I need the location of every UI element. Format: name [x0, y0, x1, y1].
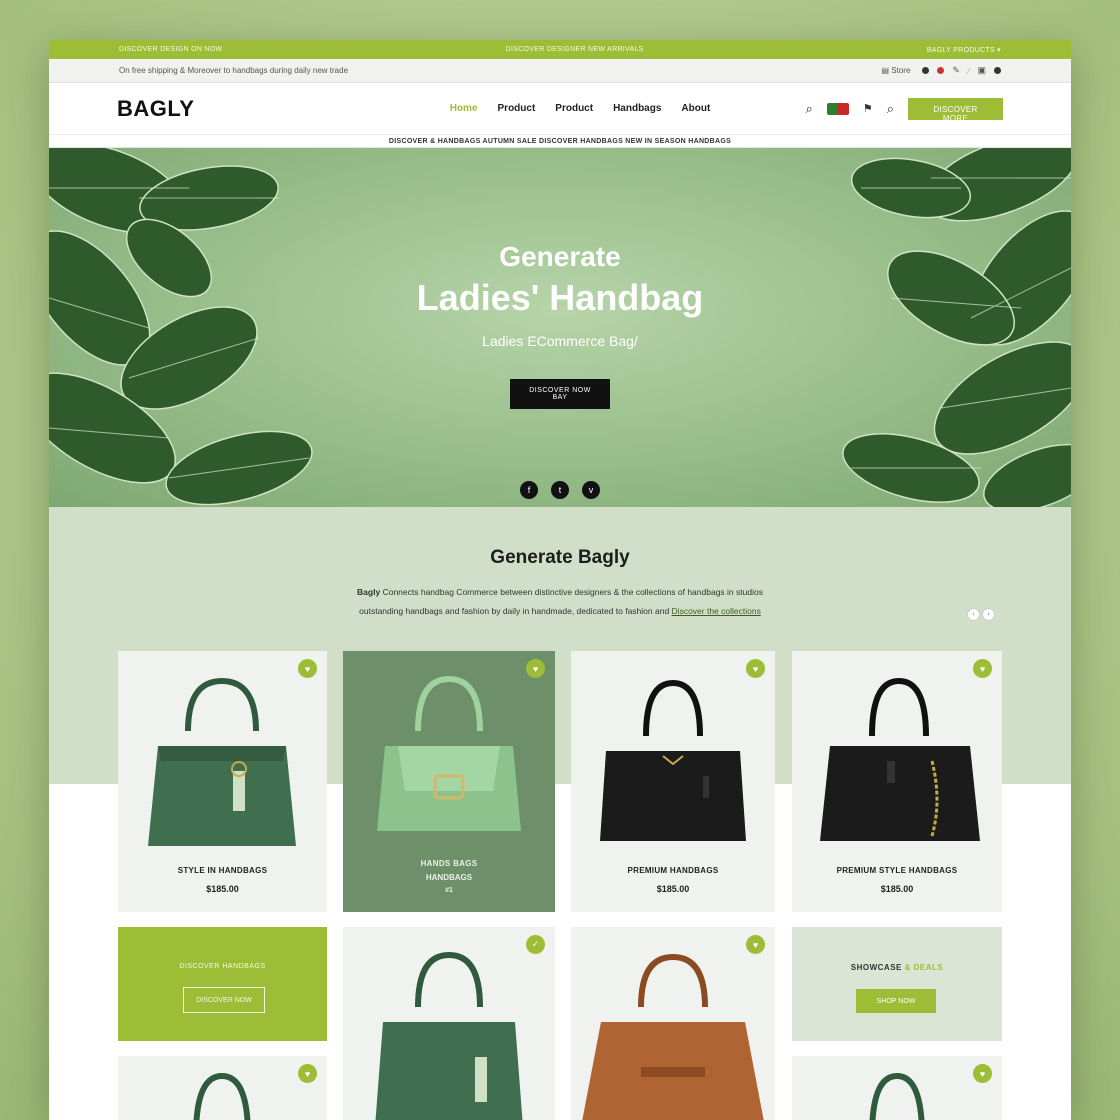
hero-title-line2: Ladies' Handbag [416, 276, 704, 318]
tag-icon[interactable]: ⚑ [863, 102, 873, 115]
heart-icon[interactable]: ♥ [973, 659, 992, 678]
intro-line-2: outstanding handbags and fashion by dail… [359, 606, 670, 616]
promo-card-button[interactable]: SHOP NOW [856, 989, 936, 1013]
promo-card-discover[interactable]: DISCOVER HANDBAGS DISCOVER NOW [118, 927, 327, 1041]
handbag-image [375, 951, 523, 1120]
product-card[interactable]: ♥ PREMIUM STYLE HANDBAGS $185.00 [792, 651, 1002, 912]
promo-card-title: SHOWCASE & DEALS [792, 963, 1002, 972]
product-card[interactable]: ♥ [571, 927, 775, 1120]
product-card[interactable]: ♥ PREMIUM HANDBAGS $185.00 [571, 651, 775, 912]
handbag-image [377, 675, 521, 831]
language-icon[interactable]: ✎ [952, 65, 960, 76]
handbag-image [869, 1072, 925, 1120]
hero-content: Generate Ladies' Handbag Ladies ECommerc… [49, 240, 1071, 409]
intro-text: Bagly Connects handbag Commerce between … [49, 583, 1071, 621]
product-name: STYLE IN HANDBAGS [177, 866, 268, 875]
main-nav: Home Product Product Handbags About [450, 103, 711, 114]
hero-subtitle: Ladies ECommerce Bag/ [482, 332, 638, 349]
flag-icon[interactable] [826, 102, 849, 115]
handbag-image [148, 677, 296, 846]
product-card[interactable]: ♥ HANDS BAGS HANDBAGS #1 [343, 651, 555, 912]
product-extra: #1 [445, 887, 453, 894]
header-cta-button[interactable]: DISCOVER MORE [907, 97, 1003, 123]
utility-bar: On free shipping & Moreover to handbags … [49, 59, 1071, 83]
store-label: Store [891, 66, 911, 75]
vimeo-icon[interactable]: v [582, 481, 600, 499]
nav-home[interactable]: Home [450, 103, 478, 114]
handbag-image [193, 1072, 251, 1120]
hero-title-line1: Generate [499, 241, 621, 272]
prev-arrow-icon[interactable]: ‹ [967, 608, 980, 621]
carousel-pager: ‹ › [967, 608, 995, 621]
nav-handbags[interactable]: Handbags [613, 103, 661, 114]
social-links: f t v [49, 481, 1071, 499]
ticker-bar[interactable]: DISCOVER & HANDBAGS AUTUMN SALE DISCOVER… [49, 135, 1071, 148]
check-icon[interactable]: ✓ [526, 935, 545, 954]
product-card[interactable]: ✓ [343, 927, 555, 1120]
heart-icon[interactable]: ♥ [746, 659, 765, 678]
handbag-image [600, 679, 746, 841]
product-name: HANDS BAGS [420, 859, 478, 868]
promo-card-title: DISCOVER HANDBAGS [179, 963, 266, 970]
intro-brand: Bagly [357, 587, 381, 597]
intro-line-1: Connects handbag Commerce between distin… [382, 587, 763, 597]
heart-icon[interactable]: ♥ [298, 659, 317, 678]
store-locator[interactable]: ▤ Store [882, 66, 911, 75]
product-subtitle: HANDBAGS [425, 873, 473, 882]
promo-right-text[interactable]: BAGLY PRODUCTS ▾ [927, 46, 1001, 54]
product-price: $185.00 [656, 884, 690, 894]
logo[interactable]: BAGLY [117, 96, 194, 122]
promo-card-showcase[interactable]: SHOWCASE & DEALS SHOP NOW [792, 927, 1002, 1041]
search-icon-2[interactable]: ⌕ [887, 101, 894, 117]
utility-text: On free shipping & Moreover to handbags … [119, 66, 349, 75]
twitter-icon[interactable]: t [551, 481, 569, 499]
hero-banner: Generate Ladies' Handbag Ladies ECommerc… [49, 148, 1071, 507]
nav-about[interactable]: About [681, 103, 710, 114]
product-card[interactable]: ♥ [118, 1056, 327, 1120]
edit-icon[interactable]: ⁄ [968, 66, 970, 76]
nav-product-2[interactable]: Product [555, 103, 593, 114]
heart-icon[interactable]: ♥ [298, 1064, 317, 1083]
intro-title: Generate Bagly [490, 547, 630, 568]
product-name: PREMIUM STYLE HANDBAGS [836, 866, 958, 875]
facebook-icon[interactable]: f [520, 481, 538, 499]
handbag-image [820, 677, 980, 841]
promo-title-b: & DEALS [904, 963, 944, 972]
heart-icon[interactable]: ♥ [526, 659, 545, 678]
menu-icon[interactable] [994, 67, 1001, 74]
page-frame: DISCOVER DESIGN ON NOW DISCOVER DESIGNER… [49, 40, 1071, 1120]
header-actions: ⌕ ⚑ ⌕ DISCOVER MORE [806, 97, 1003, 123]
product-price: $185.00 [880, 884, 914, 894]
product-card[interactable]: ♥ [792, 1056, 1002, 1120]
nav-product[interactable]: Product [498, 103, 536, 114]
intro-link[interactable]: Discover the collections [672, 606, 761, 616]
promo-center-text[interactable]: DISCOVER DESIGNER NEW ARRIVALS [506, 46, 644, 53]
promo-card-button[interactable]: DISCOVER NOW [183, 987, 265, 1013]
product-name: PREMIUM HANDBAGS [627, 866, 719, 875]
promo-left-text[interactable]: DISCOVER DESIGN ON NOW [119, 46, 222, 53]
promo-bar: DISCOVER DESIGN ON NOW DISCOVER DESIGNER… [49, 40, 1071, 59]
promo-title-a: SHOWCASE [850, 963, 902, 972]
search-icon[interactable]: ⌕ [806, 101, 813, 117]
heart-icon[interactable]: ♥ [746, 935, 765, 954]
hero-cta-button[interactable]: DISCOVER NOW BAY [510, 378, 610, 409]
main-header: BAGLY Home Product Product Handbags Abou… [49, 83, 1071, 135]
heart-icon[interactable]: ♥ [973, 1064, 992, 1083]
product-price: $185.00 [206, 884, 239, 894]
product-card[interactable]: ♥ STYLE IN HANDBAGS $185.00 [118, 651, 327, 912]
next-arrow-icon[interactable]: › [982, 608, 995, 621]
handbag-image [582, 953, 764, 1120]
wishlist-icon[interactable] [937, 67, 945, 74]
bag-icon[interactable]: ▣ [977, 65, 986, 76]
account-icon[interactable] [922, 67, 930, 74]
